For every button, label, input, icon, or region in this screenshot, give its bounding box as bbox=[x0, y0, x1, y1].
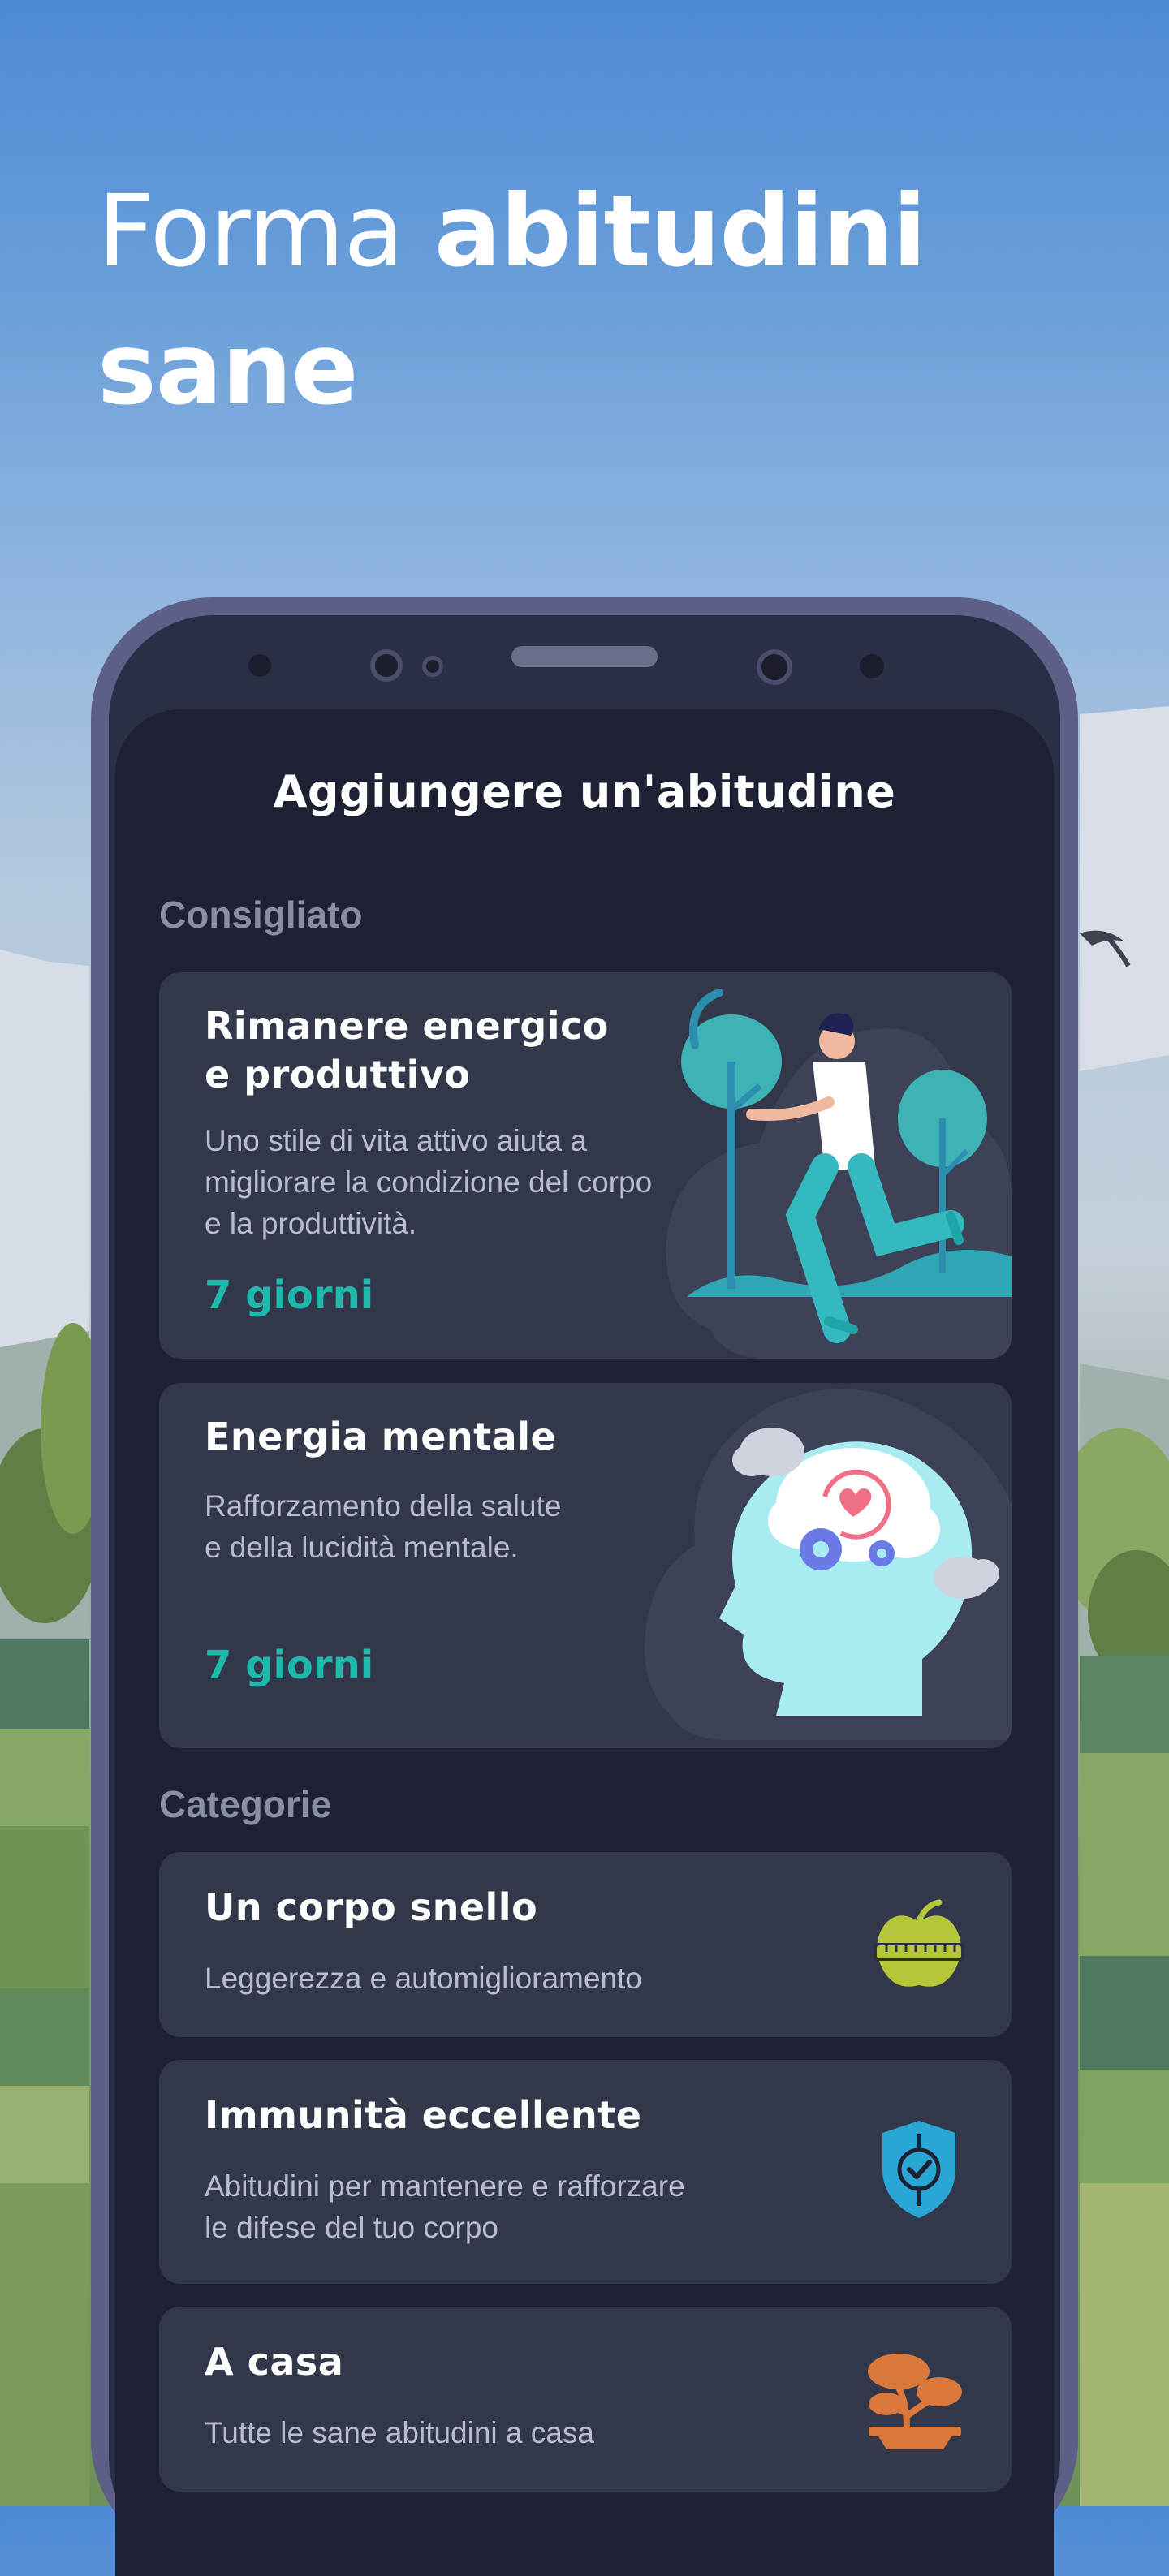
phone-sensor-dot bbox=[248, 654, 271, 677]
phone-front-camera-2 bbox=[757, 649, 792, 685]
section-label-categories: Categorie bbox=[159, 1783, 332, 1825]
screen-title: Aggiungere un'abitudine bbox=[273, 766, 896, 817]
card-duration: 7 giorni bbox=[205, 1643, 374, 1688]
card-title: Rimanere energico e produttivo bbox=[205, 1004, 609, 1096]
recommended-card-mental[interactable]: Energia mentale Rafforzamento della salu… bbox=[159, 1383, 1012, 1748]
hero-headline: Forma abitudini sane bbox=[97, 162, 1072, 438]
bonsai-icon bbox=[868, 2354, 962, 2449]
phone-sensor-dot-2 bbox=[860, 654, 884, 678]
card-title: Energia mentale bbox=[205, 1415, 557, 1458]
headline-bold-text-2: sane bbox=[97, 312, 359, 427]
runner-illustration bbox=[666, 989, 1012, 1359]
recommended-card-energy[interactable]: Rimanere energico e produttivo Uno stile… bbox=[159, 972, 1012, 1359]
category-card-slim-body[interactable]: Un corpo snello Leggerezza e automiglior… bbox=[159, 1852, 1012, 2037]
headline-light-text: Forma bbox=[97, 174, 434, 289]
category-card-immunity[interactable]: Immunità eccellente Abitudini per manten… bbox=[159, 2060, 1012, 2284]
phone-small-sensor bbox=[422, 656, 443, 677]
app-screen: Aggiungere un'abitudine Consigliato Rima… bbox=[115, 709, 1054, 2576]
shield-check-icon bbox=[882, 2121, 955, 2218]
phone-speaker bbox=[511, 646, 658, 667]
apple-measuring-tape-icon bbox=[874, 1899, 964, 1987]
category-card-home[interactable]: A casa Tutte le sane abitudini a casa bbox=[159, 2307, 1012, 2492]
card-duration: 7 giorni bbox=[205, 1273, 374, 1318]
card-description: Tutte le sane abitudini a casa bbox=[205, 2416, 594, 2449]
headline-bold-text: abitudini bbox=[434, 174, 926, 289]
card-title: Immunità eccellente bbox=[205, 2093, 642, 2137]
card-description: Rafforzamento della salute e della lucid… bbox=[205, 1489, 562, 1564]
card-title: A casa bbox=[205, 2340, 344, 2384]
card-description: Abitudini per mantenere e rafforzare le … bbox=[205, 2169, 685, 2244]
card-title: Un corpo snello bbox=[205, 1885, 538, 1929]
mind-head-illustration bbox=[645, 1389, 1012, 1740]
card-description: Uno stile di vita attivo aiuta a miglior… bbox=[205, 1124, 653, 1240]
section-label-recommended: Consigliato bbox=[159, 894, 363, 936]
phone-front-camera bbox=[370, 649, 403, 682]
card-description: Leggerezza e automiglioramento bbox=[205, 1962, 642, 1995]
